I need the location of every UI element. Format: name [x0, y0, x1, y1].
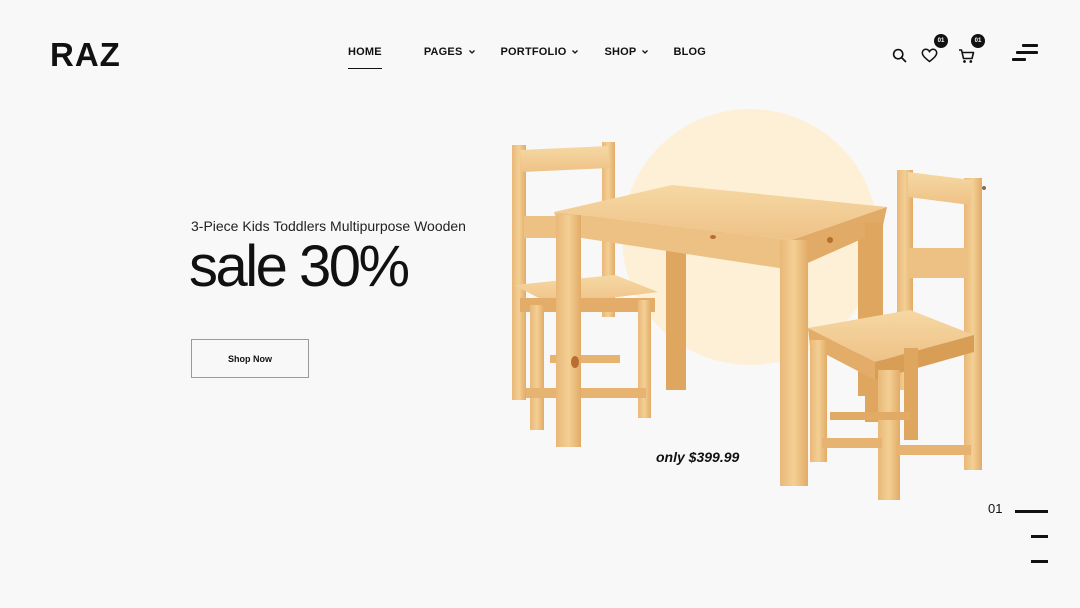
main-nav: HOME PAGES PORTFOLIO SHOP BLOG	[348, 46, 706, 69]
nav-home-label: HOME	[348, 46, 382, 58]
nav-portfolio-label: PORTFOLIO	[500, 46, 567, 58]
nav-item-blog[interactable]: BLOG	[673, 46, 706, 58]
heart-icon	[921, 48, 938, 63]
chevron-down-icon	[572, 50, 579, 54]
chevron-down-icon	[468, 50, 475, 54]
nav-item-shop[interactable]: SHOP	[604, 46, 649, 58]
site-logo[interactable]: RAZ	[50, 36, 121, 74]
cart-icon	[959, 49, 975, 63]
chevron-down-icon	[642, 50, 649, 54]
product-image	[512, 109, 986, 500]
nav-blog-label: BLOG	[673, 46, 707, 58]
slide-indicator-1[interactable]	[1015, 510, 1048, 513]
cart-button[interactable]: 01	[958, 34, 985, 64]
slide-indicator-2[interactable]	[1031, 535, 1048, 538]
nav-item-pages[interactable]: PAGES	[424, 46, 476, 58]
wishlist-count-badge: 01	[934, 34, 948, 48]
wishlist-button[interactable]: 01	[921, 34, 948, 63]
slide-number: 01	[988, 501, 1003, 516]
search-icon[interactable]	[892, 48, 907, 63]
nav-item-portfolio[interactable]: PORTFOLIO	[501, 46, 580, 58]
slide-indicator-3[interactable]	[1031, 560, 1048, 563]
shop-now-button[interactable]: Shop Now	[191, 339, 309, 378]
product-price: only $399.99	[656, 449, 740, 465]
nav-pages-label: PAGES	[423, 46, 463, 58]
nav-item-home[interactable]: HOME	[348, 46, 382, 69]
hero-headline: sale 30%	[189, 234, 410, 299]
cart-count-badge: 01	[971, 34, 985, 48]
hero-subtitle: 3-Piece Kids Toddlers Multipurpose Woode…	[191, 218, 466, 234]
menu-icon[interactable]	[1012, 44, 1038, 64]
nav-shop-label: SHOP	[604, 46, 637, 58]
